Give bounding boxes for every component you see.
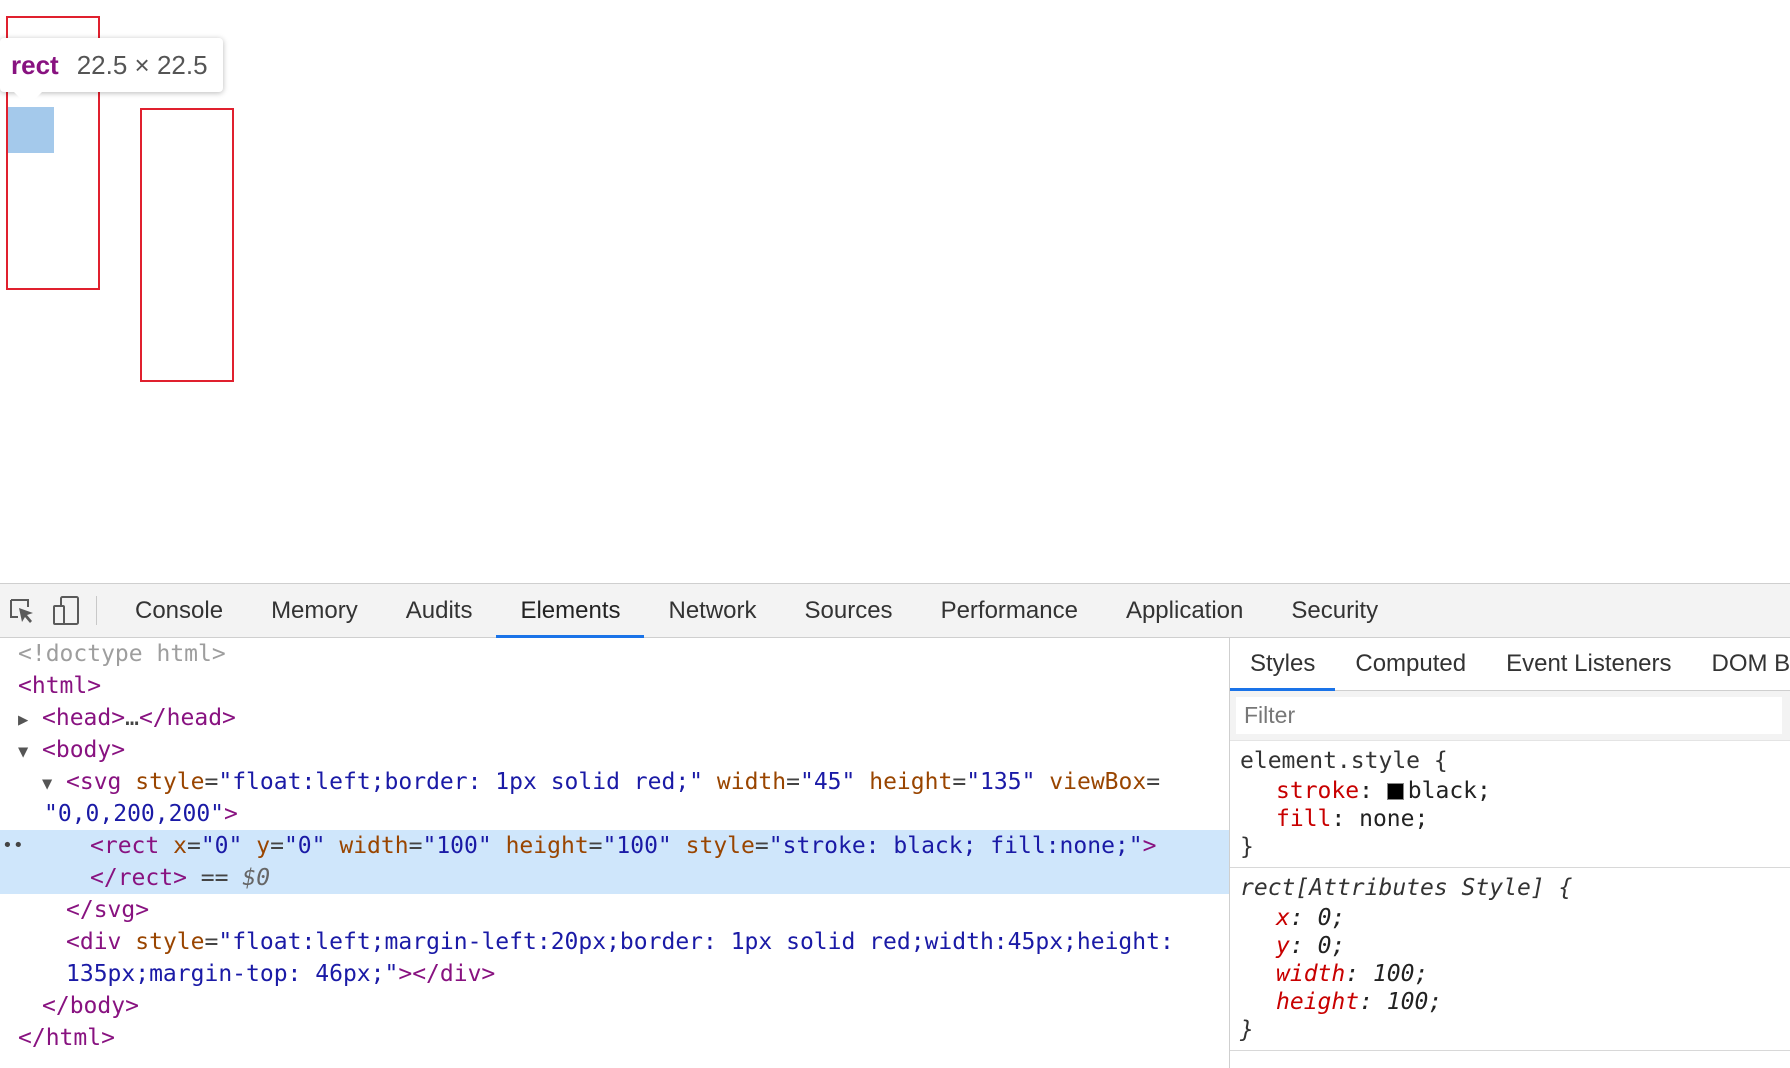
tab-audits[interactable]: Audits xyxy=(382,584,497,637)
expand-triangle-icon[interactable]: ▶ xyxy=(18,704,42,736)
inspected-rect-highlight xyxy=(8,107,54,153)
tab-console[interactable]: Console xyxy=(111,584,247,637)
sidebar-tabs: Styles Computed Event Listeners DOM B xyxy=(1230,638,1790,691)
dom-line-head[interactable]: ▶ <head>…</head> xyxy=(0,702,1229,734)
div-element-box[interactable] xyxy=(140,108,234,382)
tab-security[interactable]: Security xyxy=(1267,584,1402,637)
tooltip-tag-name: rect xyxy=(11,49,59,80)
tab-dom-breakpoints[interactable]: DOM B xyxy=(1692,638,1790,690)
dom-line-body-close[interactable]: </body> xyxy=(0,990,1229,1022)
color-swatch-icon[interactable] xyxy=(1386,783,1404,800)
device-toolbar-icon[interactable] xyxy=(44,584,88,637)
style-property[interactable]: fill: none; xyxy=(1240,805,1780,833)
dom-tree: <!doctype html> <html> ▶ <head>…</head> ▼… xyxy=(0,638,1230,1068)
style-property: height: 100; xyxy=(1276,989,1443,1015)
style-property: width: 100; xyxy=(1276,961,1429,987)
dom-line-rect-selected[interactable]: •• <rect x="0" y="0" width="100" height=… xyxy=(0,830,1229,862)
tab-styles[interactable]: Styles xyxy=(1230,638,1336,691)
collapse-triangle-icon[interactable]: ▼ xyxy=(42,768,66,800)
inspect-element-icon[interactable] xyxy=(0,584,44,637)
element-style-rule: element.style { stroke: black; fill: non… xyxy=(1230,741,1790,868)
inspect-tooltip: rect 22.5 × 22.5 xyxy=(0,38,223,106)
tab-computed[interactable]: Computed xyxy=(1335,638,1486,690)
dom-line-html-close[interactable]: </html> xyxy=(0,1022,1229,1054)
tab-memory[interactable]: Memory xyxy=(247,584,382,637)
dom-line-svg-cont[interactable]: "0,0,200,200"> xyxy=(0,798,1229,830)
devtools-toolbar: Console Memory Audits Elements Network S… xyxy=(0,583,1790,638)
tab-sources[interactable]: Sources xyxy=(781,584,917,637)
dom-line-svg[interactable]: ▼ <svg style="float:left;border: 1px soli… xyxy=(0,766,1229,798)
attributes-style-rule: rect[Attributes Style] { x: 0; y: 0; wid… xyxy=(1230,868,1790,1051)
tab-network[interactable]: Network xyxy=(644,584,780,637)
styles-sidebar: Styles Computed Event Listeners DOM B el… xyxy=(1230,638,1790,1068)
tab-elements[interactable]: Elements xyxy=(496,584,645,638)
tab-application[interactable]: Application xyxy=(1102,584,1267,637)
tab-event-listeners[interactable]: Event Listeners xyxy=(1486,638,1691,690)
dom-line-html[interactable]: <html> xyxy=(0,670,1229,702)
dom-line-div[interactable]: <div style="float:left;margin-left:20px;… xyxy=(0,926,1229,958)
filter-row xyxy=(1230,691,1790,741)
devtools-panel: Console Memory Audits Elements Network S… xyxy=(0,583,1790,1068)
style-property: y: 0; xyxy=(1276,933,1346,959)
dom-line-svg-close[interactable]: </svg> xyxy=(0,894,1229,926)
toolbar-separator xyxy=(96,596,97,625)
tooltip-dimensions: 22.5 × 22.5 xyxy=(76,49,208,80)
dom-line-rect-close[interactable]: </rect> == $0 xyxy=(0,862,1229,894)
collapse-triangle-icon[interactable]: ▼ xyxy=(18,736,42,768)
tab-performance[interactable]: Performance xyxy=(917,584,1102,637)
page-viewport: rect 22.5 × 22.5 xyxy=(0,0,1790,583)
dom-line-div-cont[interactable]: 135px;margin-top: 46px;"></div> xyxy=(0,958,1229,990)
style-property: x: 0; xyxy=(1276,905,1346,931)
styles-filter-input[interactable] xyxy=(1236,697,1782,734)
dom-line-doctype[interactable]: <!doctype html> xyxy=(0,638,1229,670)
style-property[interactable]: stroke: black; xyxy=(1240,777,1780,805)
rule-selector[interactable]: element.style { xyxy=(1240,745,1780,777)
dom-line-body[interactable]: ▼ <body> xyxy=(0,734,1229,766)
rule-selector: rect[Attributes Style] { xyxy=(1240,875,1573,901)
more-actions-icon[interactable]: •• xyxy=(2,830,24,862)
